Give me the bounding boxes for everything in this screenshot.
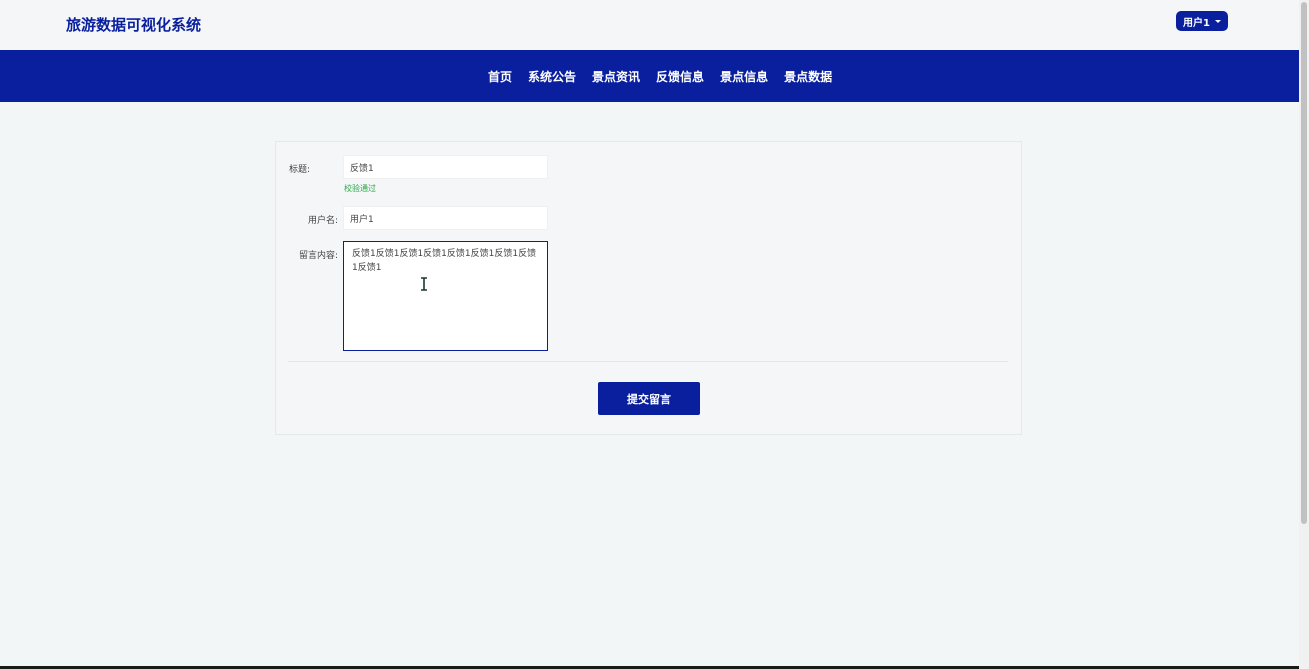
brand-title: 旅游数据可视化系统 — [66, 16, 202, 34]
user-menu-button[interactable]: 用户1 — [1176, 11, 1228, 31]
nav-item-attraction-news[interactable]: 景点资讯 — [584, 68, 648, 85]
title-label: 标题: — [288, 165, 310, 175]
submit-feedback-button[interactable]: 提交留言 — [598, 382, 700, 415]
title-input[interactable]: 反馈1 — [343, 155, 548, 179]
user-menu-label: 用户1 — [1183, 17, 1210, 29]
nav-item-home[interactable]: 首页 — [480, 68, 520, 85]
nav-item-feedback[interactable]: 反馈信息 — [648, 68, 712, 85]
nav-item-announcements[interactable]: 系统公告 — [520, 68, 584, 85]
nav-item-attraction-info[interactable]: 景点信息 — [712, 68, 776, 85]
title-validation-hint: 校验通过 — [344, 184, 376, 193]
content-textarea[interactable]: 反馈1反馈1反馈1反馈1反馈1反馈1反馈1反馈1反馈1 — [343, 241, 548, 351]
page-scrollbar[interactable] — [1299, 0, 1309, 669]
feedback-form: 标题: 反馈1 校验通过 用户名: 用户1 留言内容: 反馈1反馈1反馈1反馈1… — [275, 141, 1022, 435]
text-cursor-icon — [421, 277, 427, 291]
username-label: 用户名: — [307, 216, 338, 226]
content-label: 留言内容: — [298, 251, 338, 261]
username-input[interactable]: 用户1 — [343, 206, 548, 230]
chevron-down-icon — [1214, 20, 1221, 23]
header: 旅游数据可视化系统 用户1 — [0, 0, 1299, 50]
scrollbar-thumb[interactable] — [1301, 2, 1307, 524]
form-divider — [288, 361, 1008, 362]
nav-list: 首页 系统公告 景点资讯 反馈信息 景点信息 景点数据 — [480, 50, 840, 102]
page: 旅游数据可视化系统 用户1 首页 系统公告 景点资讯 反馈信息 景点信息 景点数… — [0, 0, 1309, 669]
nav-item-attraction-data[interactable]: 景点数据 — [776, 68, 840, 85]
main-nav: 首页 系统公告 景点资讯 反馈信息 景点信息 景点数据 — [0, 50, 1299, 102]
